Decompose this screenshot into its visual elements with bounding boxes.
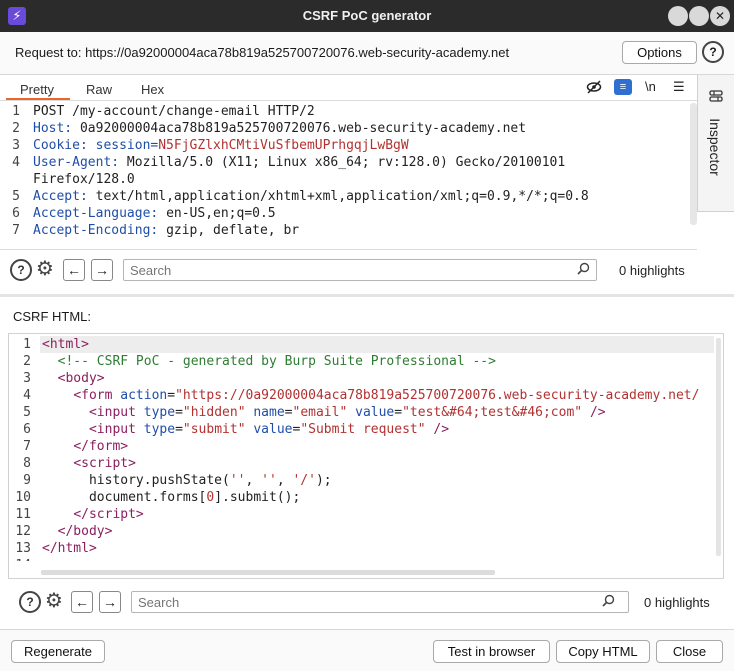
html-line-text: <form action="https://0a92000004aca78b81… bbox=[73, 388, 700, 403]
request-vertical-scrollbar[interactable] bbox=[690, 103, 697, 225]
html-line-text: <script> bbox=[73, 456, 136, 471]
line-number: 14 bbox=[9, 557, 31, 561]
next-match-button[interactable]: → bbox=[91, 259, 113, 281]
line-number: 1 bbox=[23, 337, 31, 352]
csrf-html-code[interactable]: 1 <html> 2 <!-- CSRF PoC - generated by Bu… bbox=[9, 336, 714, 561]
copy-html-button[interactable]: Copy HTML bbox=[556, 640, 650, 663]
line-number: 9 bbox=[23, 473, 31, 488]
line-number: 3 bbox=[12, 138, 20, 153]
help-icon[interactable]: ? bbox=[10, 259, 32, 281]
request-line-text: Accept: text/html,application/xhtml+xml,… bbox=[33, 189, 589, 204]
html-line-text: <body> bbox=[57, 371, 105, 386]
gear-icon[interactable]: ⚙ bbox=[45, 591, 63, 611]
minimize-button[interactable] bbox=[668, 6, 688, 26]
line-number: 1 bbox=[12, 104, 20, 119]
active-tab-indicator bbox=[6, 98, 70, 100]
menu-icon[interactable]: ☰ bbox=[673, 79, 685, 95]
html-horizontal-scrollbar[interactable] bbox=[41, 570, 495, 575]
html-line-text: </body> bbox=[57, 524, 113, 539]
request-search-bar: ? ⚙ ← → 0 highlights bbox=[0, 249, 697, 290]
line-number: 4 bbox=[23, 388, 31, 403]
line-number: 3 bbox=[23, 371, 31, 386]
previous-match-button[interactable]: ← bbox=[63, 259, 85, 281]
html-line-text: document.forms[0].submit(); bbox=[42, 490, 301, 505]
line-number: 10 bbox=[15, 490, 31, 505]
inspector-label: Inspector bbox=[707, 118, 723, 176]
tab-hex[interactable]: Hex bbox=[141, 82, 164, 97]
request-view-tabs: Pretty Raw Hex ≡ \n ☰ bbox=[0, 75, 697, 101]
window-title: CSRF PoC generator bbox=[302, 8, 432, 23]
line-number: 12 bbox=[15, 524, 31, 539]
html-line-text: <html> bbox=[42, 337, 89, 352]
html-line-text: <input type="hidden" name="email" value=… bbox=[88, 405, 606, 420]
html-line-text: </form> bbox=[73, 439, 129, 454]
request-search-input[interactable] bbox=[123, 259, 597, 281]
search-icon bbox=[602, 594, 615, 610]
request-code-view[interactable]: 1 POST /my-account/change-email HTTP/2 2 Ho… bbox=[0, 103, 690, 245]
search-icon bbox=[577, 262, 590, 278]
request-line-text: Accept-Encoding: gzip, deflate, br bbox=[33, 223, 300, 238]
help-icon[interactable]: ? bbox=[19, 591, 41, 613]
line-number: 6 bbox=[23, 422, 31, 437]
html-line-text: <!-- CSRF PoC - generated by Burp Suite … bbox=[57, 354, 496, 369]
regenerate-button[interactable]: Regenerate bbox=[11, 640, 105, 663]
html-line-text: history.pushState('', '', '/'); bbox=[42, 473, 332, 488]
tab-pretty[interactable]: Pretty bbox=[20, 82, 54, 97]
word-wrap-icon[interactable]: ≡ bbox=[614, 79, 632, 95]
previous-match-button[interactable]: ← bbox=[71, 591, 93, 613]
html-search-bar: ? ⚙ ← → 0 highlights bbox=[8, 578, 722, 618]
next-match-button[interactable]: → bbox=[99, 591, 121, 613]
csrf-html-label: CSRF HTML: bbox=[13, 309, 91, 324]
request-target-bar: Request to: https://0a92000004aca78b819a… bbox=[0, 32, 734, 75]
html-line-text: </script> bbox=[73, 507, 144, 522]
line-number: 6 bbox=[12, 206, 20, 221]
dialog-footer: Regenerate Test in browser Copy HTML Clo… bbox=[0, 629, 734, 671]
request-line-text: Cookie: session=N5FjGZlxhCMtiVuSfbemUPrh… bbox=[33, 138, 409, 153]
line-number: 8 bbox=[23, 456, 31, 471]
hide-nonprintable-icon[interactable] bbox=[586, 79, 602, 98]
current-line-highlight bbox=[40, 336, 714, 353]
line-number: 7 bbox=[12, 223, 20, 238]
highlights-count: 0 highlights bbox=[619, 263, 685, 278]
newline-toggle-button[interactable]: \n bbox=[645, 79, 656, 94]
line-number: 5 bbox=[12, 189, 20, 204]
request-line-text: Host: 0a92000004aca78b819a525700720076.w… bbox=[33, 121, 527, 136]
help-icon[interactable]: ? bbox=[702, 41, 724, 63]
highlights-count: 0 highlights bbox=[644, 595, 710, 610]
html-line-text: <input type="submit" value="Submit reque… bbox=[88, 422, 450, 437]
line-number: 4 bbox=[12, 155, 20, 170]
request-line-text: Firefox/128.0 bbox=[33, 172, 135, 187]
options-button[interactable]: Options bbox=[622, 41, 697, 64]
line-number: 7 bbox=[23, 439, 31, 454]
gear-icon[interactable]: ⚙ bbox=[36, 259, 54, 279]
line-number: 13 bbox=[15, 541, 31, 556]
panel-splitter[interactable] bbox=[0, 294, 734, 297]
tab-raw[interactable]: Raw bbox=[86, 82, 112, 97]
line-number: 2 bbox=[12, 121, 20, 136]
csrf-html-editor[interactable]: 1 <html> 2 <!-- CSRF PoC - generated by Bu… bbox=[8, 333, 724, 579]
request-line-text: POST /my-account/change-email HTTP/2 bbox=[33, 104, 315, 119]
inspector-sidebar[interactable]: Inspector bbox=[697, 75, 734, 212]
close-button[interactable]: Close bbox=[656, 640, 723, 663]
request-url-label: Request to: https://0a92000004aca78b819a… bbox=[15, 45, 510, 60]
window-titlebar: ⚡ CSRF PoC generator ✕ bbox=[0, 0, 734, 32]
maximize-button[interactable] bbox=[689, 6, 709, 26]
close-window-button[interactable]: ✕ bbox=[710, 6, 730, 26]
test-in-browser-button[interactable]: Test in browser bbox=[433, 640, 550, 663]
line-number: 5 bbox=[23, 405, 31, 420]
line-number: 2 bbox=[23, 354, 31, 369]
line-number: 11 bbox=[15, 507, 31, 522]
request-line-text: Accept-Language: en-US,en;q=0.5 bbox=[33, 206, 276, 221]
request-line-text: User-Agent: Mozilla/5.0 (X11; Linux x86_… bbox=[33, 155, 566, 170]
html-vertical-scrollbar[interactable] bbox=[716, 338, 721, 556]
html-line-text: </html> bbox=[42, 541, 97, 556]
html-search-input[interactable] bbox=[131, 591, 629, 613]
